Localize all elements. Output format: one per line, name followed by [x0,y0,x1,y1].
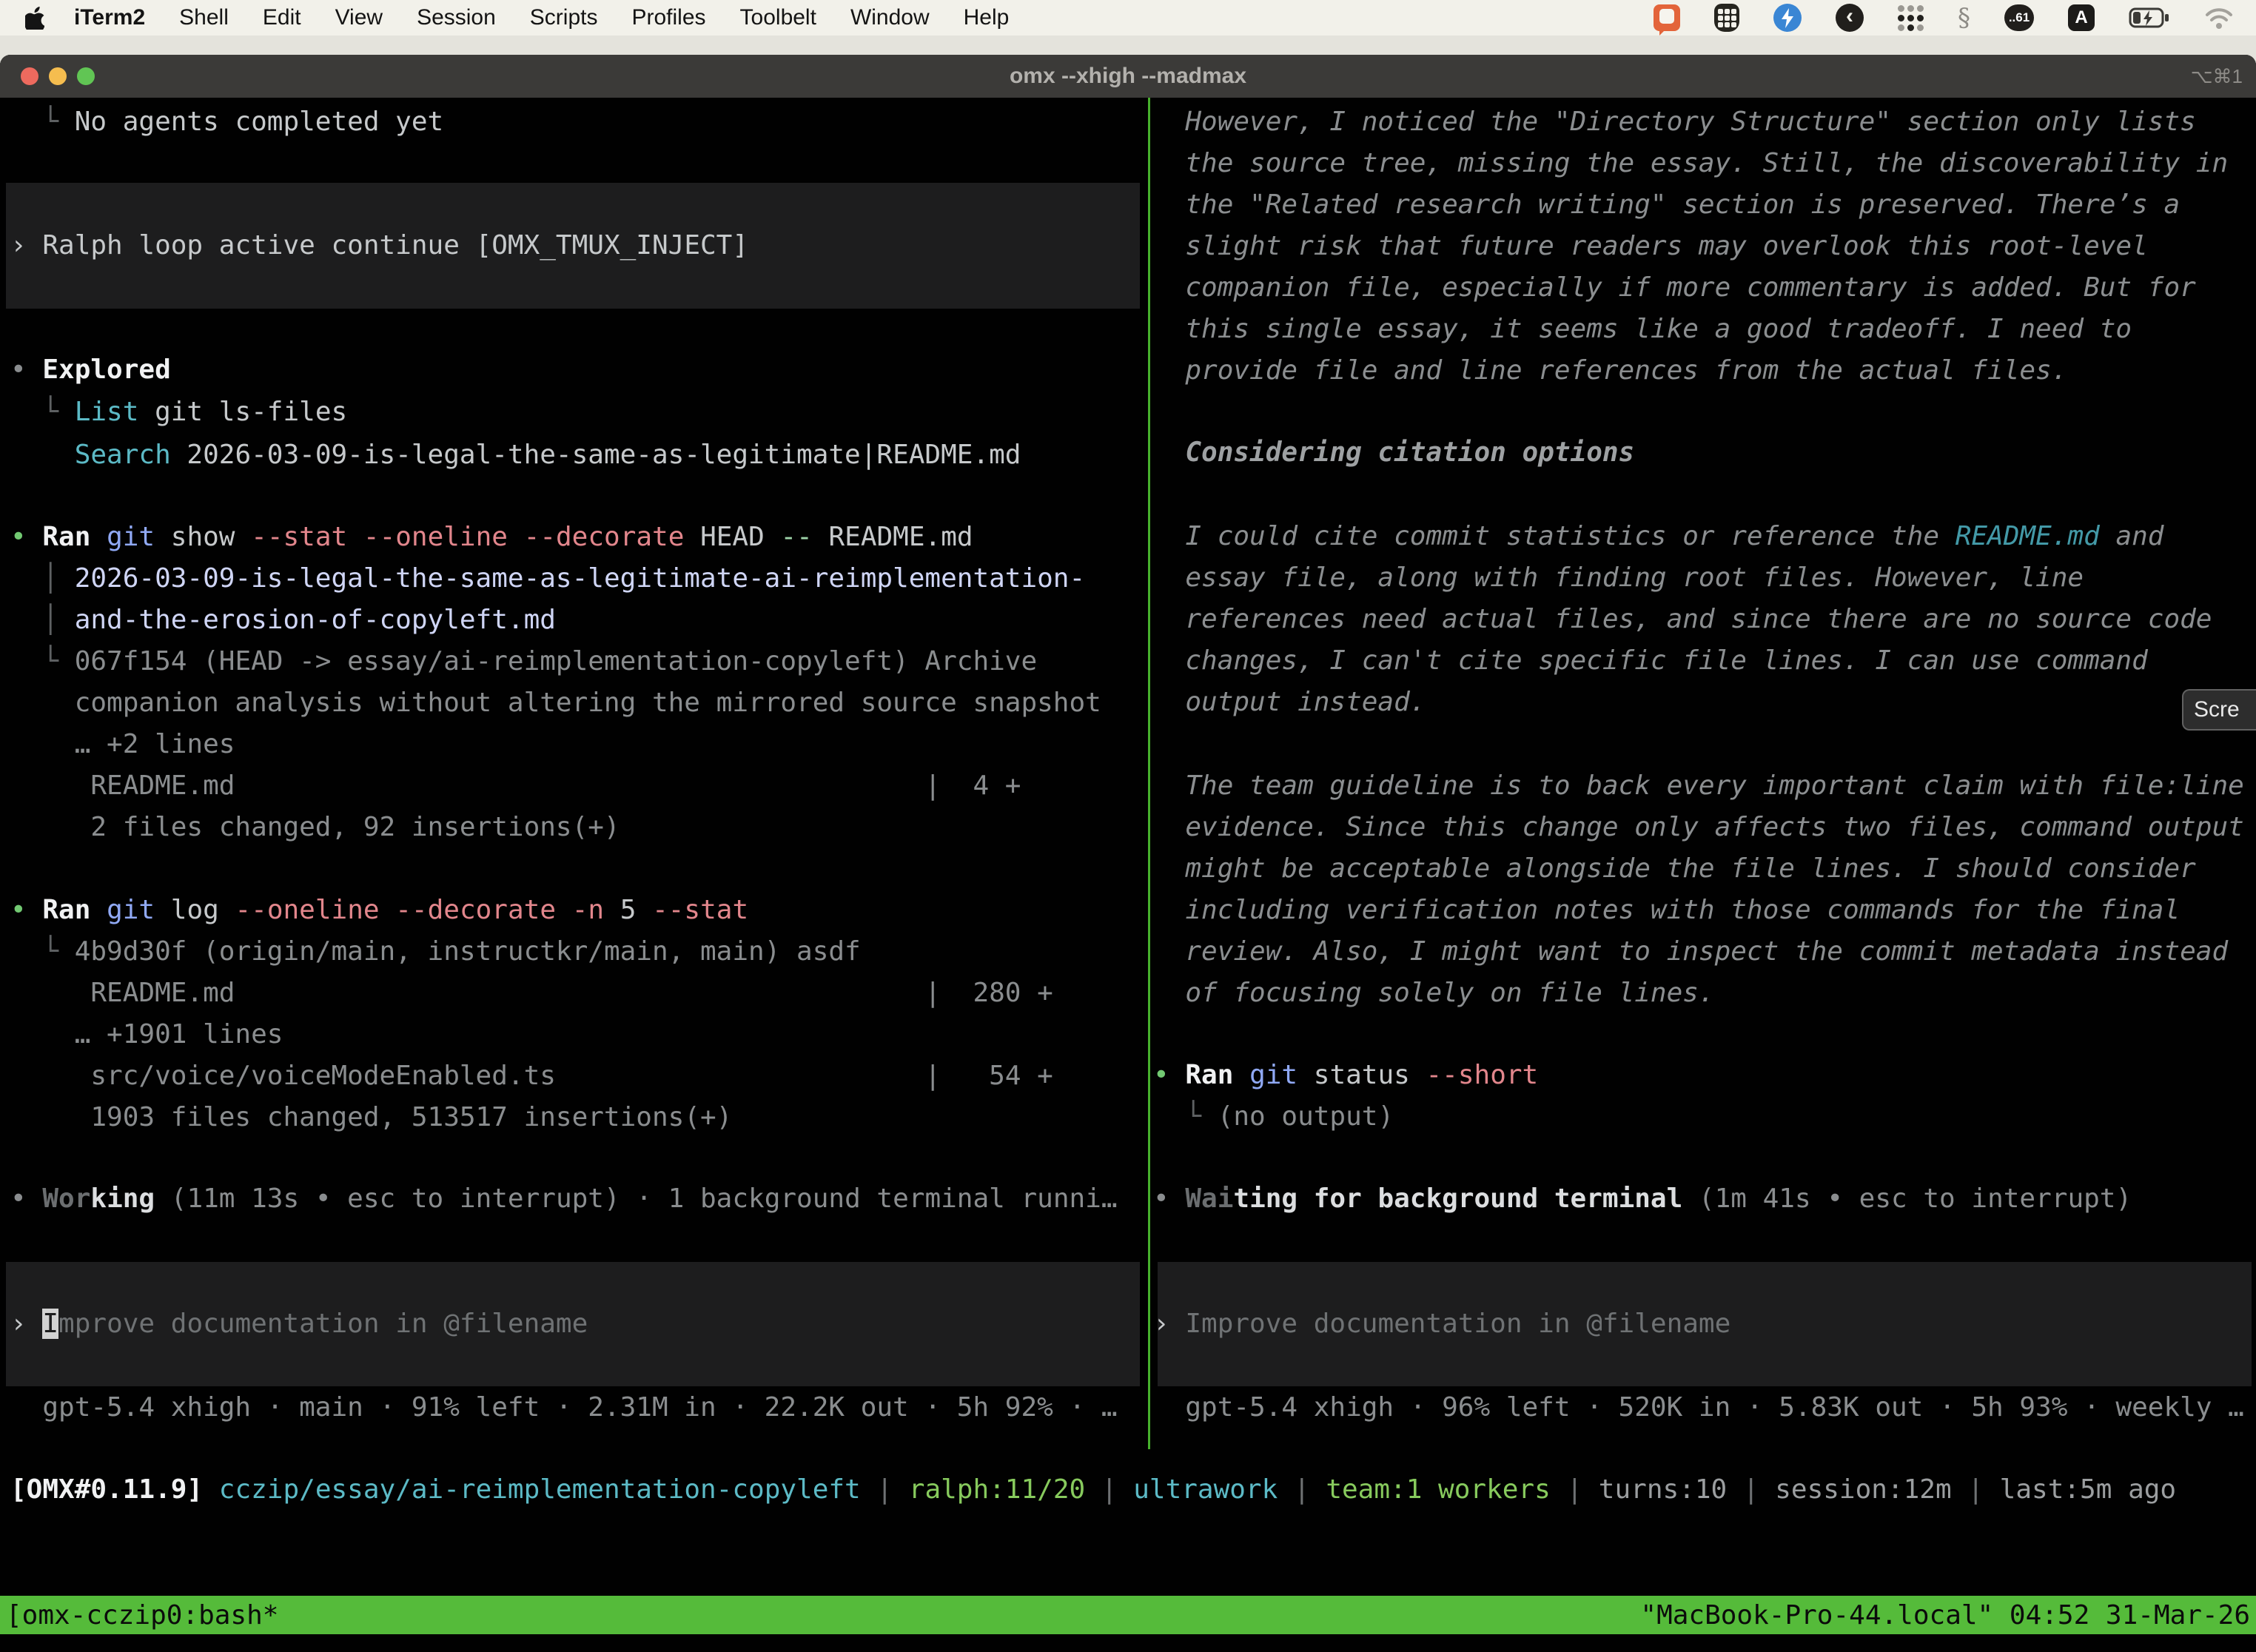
menu-status-icons: ‹ § ..61 A [1654,3,2256,33]
menu-item-edit[interactable]: Edit [263,5,301,30]
bolt-app-icon[interactable] [1773,4,1802,32]
tmux-session-label: [omx-cczip0:bash* [6,1600,278,1631]
menu-item-list: iTerm2 Shell Edit View Session Scripts Profile… [74,5,1009,30]
menu-item-session[interactable]: Session [417,5,496,30]
menu-item-shell[interactable]: Shell [179,5,229,30]
menu-item-window[interactable]: Window [850,5,930,30]
input-source-icon[interactable]: A [2068,4,2095,31]
menu-item-help[interactable]: Help [964,5,1010,30]
pane-divider[interactable] [1148,98,1150,1449]
menu-bar: iTerm2 Shell Edit View Session Scripts Profile… [0,0,2256,36]
tmux-host-clock: "MacBook-Pro-44.local" 04:52 31-Mar-26 [1640,1600,2250,1631]
desktop: { "menu_bar": { "items": ["iTerm2", "She… [0,0,2256,1652]
omx-status-bar: [OMX#0.11.9] cczip/essay/ai-reimplementa… [10,0,2253,1652]
screen-notification-label: Scre [2194,697,2240,722]
menu-item-view[interactable]: View [335,5,383,30]
badge-count: ..61 [2004,4,2034,31]
menu-item-iterm2[interactable]: iTerm2 [74,5,145,30]
wifi-icon[interactable] [2204,6,2234,30]
battery-icon[interactable] [2129,4,2170,31]
omx-status-line: [OMX#0.11.9] cczip/essay/ai-reimplementa… [10,1469,2176,1511]
hook-icon[interactable]: § [1958,3,1970,33]
menu-item-toolbelt[interactable]: Toolbelt [740,5,816,30]
dots-grid-icon[interactable] [1898,5,1924,31]
notification-badge-icon[interactable]: ..61 [2004,4,2034,31]
keyboard-shield-icon[interactable] [1714,4,1739,32]
chat-app-icon[interactable] [1654,4,1680,31]
chevron-circle-icon[interactable]: ‹ [1836,4,1864,32]
menu-item-scripts[interactable]: Scripts [530,5,598,30]
apple-menu-icon[interactable] [25,7,44,30]
menu-item-profiles[interactable]: Profiles [631,5,705,30]
screen-notification[interactable]: Scre [2182,689,2256,731]
tmux-status-bar: [omx-cczip0:bash* "MacBook-Pro-44.local"… [0,1596,2256,1634]
